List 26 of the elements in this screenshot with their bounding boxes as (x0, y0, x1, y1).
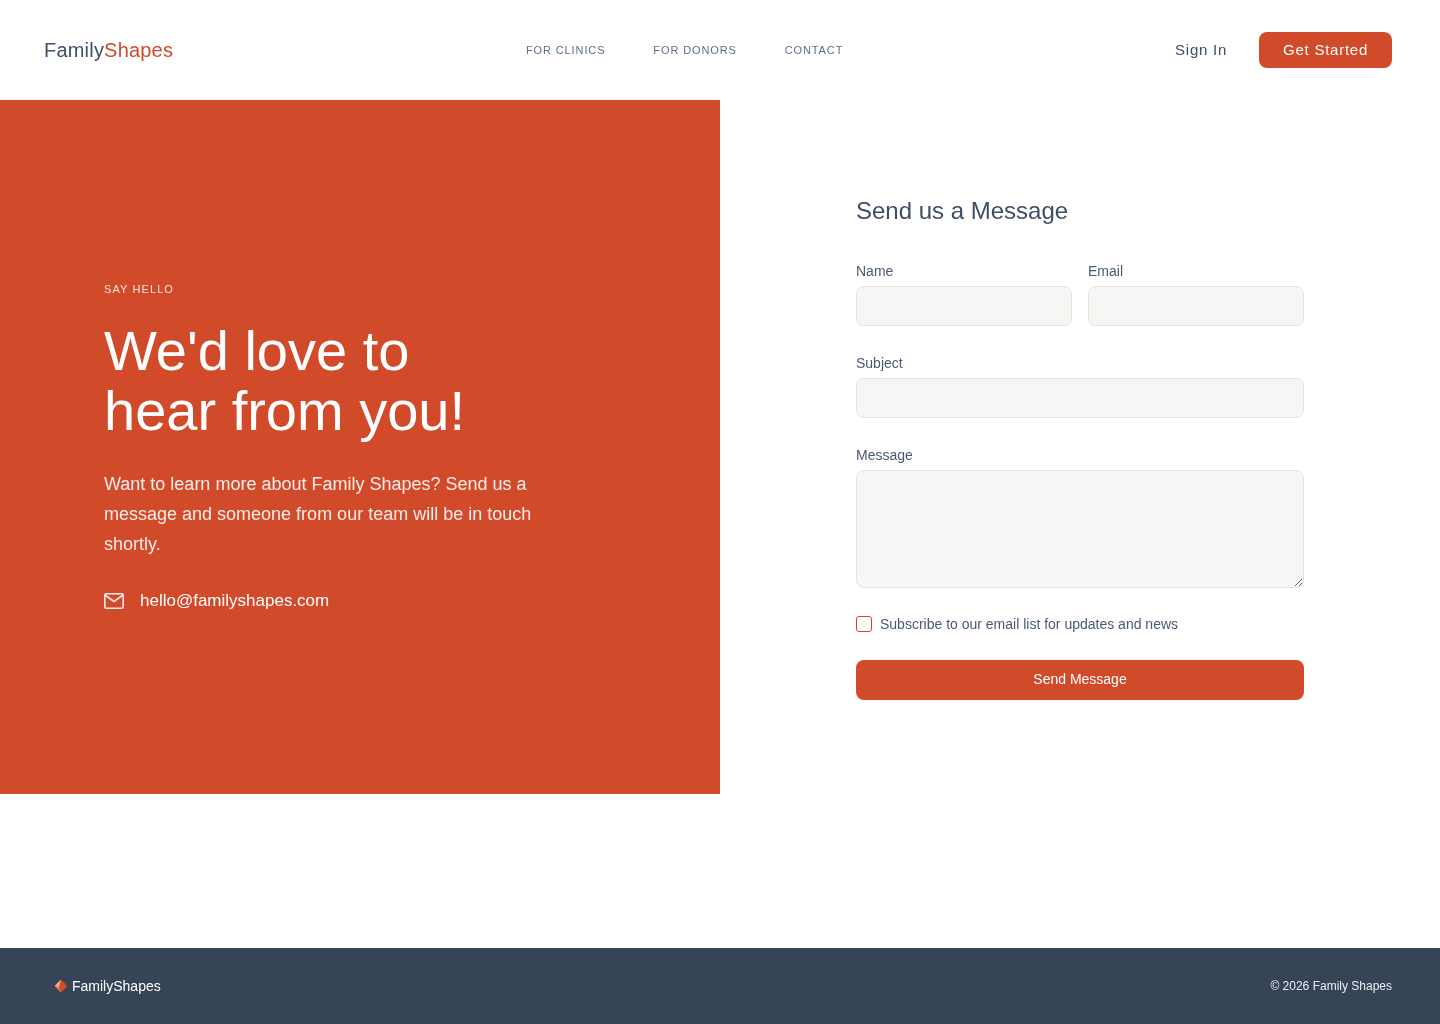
send-message-button[interactable]: Send Message (856, 659, 1304, 700)
checkbox-label: Subscribe to our email list for updates and news (880, 614, 1179, 634)
field-label: Message (856, 445, 913, 465)
nav-link[interactable]: FOR CLINICS (526, 41, 606, 59)
nav-link[interactable]: FOR DONORS (653, 41, 737, 59)
copyright-text: © 2026 Family Shapes (1270, 978, 1392, 995)
logo-link[interactable]: FamilyShapes (44, 39, 174, 61)
text-field[interactable] (856, 285, 1072, 326)
diamond-icon (54, 979, 68, 993)
nav-link[interactable]: CONTACT (784, 41, 844, 59)
sign-in-link[interactable]: Sign In (1175, 38, 1228, 62)
text-field[interactable] (856, 377, 1304, 418)
intro-paragraph: Want to learn more about Family Shapes? Send us a message and someone from our team will be in touch shortly. (104, 473, 533, 556)
mail-icon (104, 593, 124, 609)
field-label: Email (1088, 261, 1123, 281)
field-label: Subject (856, 353, 903, 373)
text-field[interactable] (1088, 285, 1304, 326)
form-title: Send us a Message (856, 195, 1069, 226)
checkbox[interactable] (856, 615, 872, 632)
get-started-button[interactable]: Get Started (1259, 32, 1392, 68)
email-link[interactable]: hello@familyshapes.com (140, 589, 330, 613)
footer-logo: FamilyShapes (72, 976, 161, 996)
message-field[interactable] (856, 469, 1304, 588)
field-label: Name (856, 261, 894, 281)
eyebrow-text: SAY HELLO (104, 282, 175, 297)
headline: We'd love to hear from you! (104, 321, 466, 441)
